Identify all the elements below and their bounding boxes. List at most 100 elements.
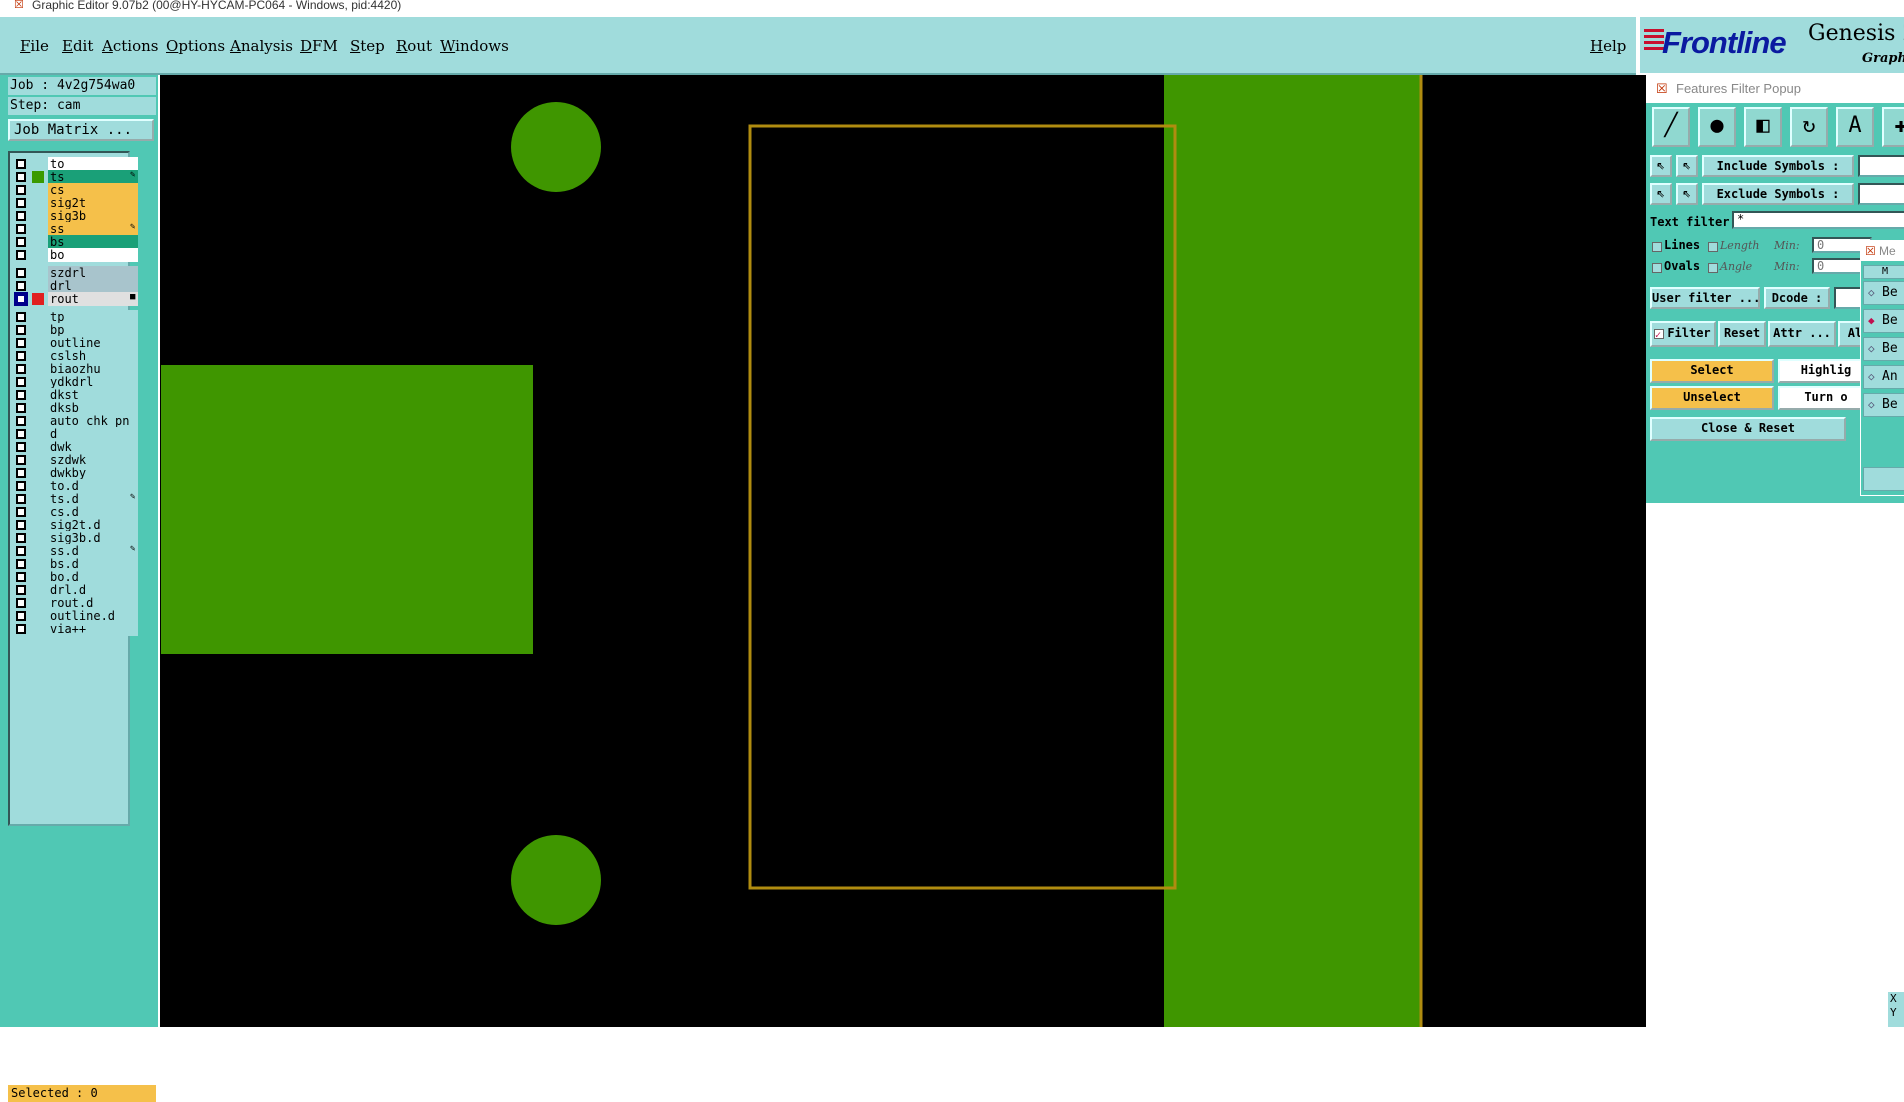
layer-name[interactable]: dwkby: [48, 466, 138, 480]
layer-color-swatch[interactable]: [32, 454, 44, 466]
layer-color-swatch[interactable]: [32, 402, 44, 414]
layer-color-swatch[interactable]: [32, 545, 44, 557]
layer-checkbox[interactable]: [16, 546, 26, 556]
layer-checkbox[interactable]: [16, 611, 26, 621]
exclude-arrow-icon[interactable]: ⇖: [1650, 183, 1672, 205]
layer-checkbox[interactable]: [16, 442, 26, 452]
layer-name[interactable]: outline: [48, 336, 138, 350]
layer-checkbox[interactable]: [16, 211, 26, 221]
menu-edit[interactable]: Edit: [62, 37, 93, 55]
surface-tool-icon[interactable]: ◧: [1744, 107, 1782, 147]
layer-color-swatch[interactable]: [32, 236, 44, 248]
menu-help[interactable]: Help: [1590, 37, 1626, 55]
layer-color-swatch[interactable]: [32, 171, 44, 183]
layer-name[interactable]: sig2t: [48, 196, 138, 210]
menu-actions[interactable]: Actions: [102, 37, 158, 55]
menu-file[interactable]: File: [20, 37, 49, 55]
exclude-symbols-button[interactable]: Exclude Symbols :: [1702, 183, 1854, 205]
layer-checkbox[interactable]: [14, 292, 28, 306]
layer-row-cs-d[interactable]: cs.d: [12, 505, 138, 519]
layer-checkbox[interactable]: [16, 468, 26, 478]
layer-color-swatch[interactable]: [32, 223, 44, 235]
layer-row-dwkby[interactable]: dwkby: [12, 466, 138, 480]
layer-name[interactable]: sig3b.d: [48, 531, 138, 545]
menu-dfm[interactable]: DFM: [300, 37, 338, 55]
layer-color-swatch[interactable]: [32, 623, 44, 635]
layer-row-rout-d[interactable]: rout.d: [12, 596, 138, 610]
side-menu-item[interactable]: ◇ Be: [1863, 337, 1904, 361]
layer-checkbox[interactable]: [16, 390, 26, 400]
layer-row-outline-d[interactable]: outline.d: [12, 609, 138, 623]
layer-checkbox[interactable]: [16, 520, 26, 530]
layer-row-outline[interactable]: outline: [12, 336, 138, 350]
ovals-checkbox[interactable]: [1652, 263, 1662, 273]
layer-row-szdwk[interactable]: szdwk: [12, 453, 138, 467]
layer-row-ss[interactable]: ss ✎: [12, 222, 138, 236]
attr-button[interactable]: Attr ...: [1768, 321, 1836, 347]
layer-row-sig3b[interactable]: sig3b: [12, 209, 138, 223]
layer-row-ydkdrl[interactable]: ydkdrl: [12, 375, 138, 389]
layer-color-swatch[interactable]: [32, 480, 44, 492]
layer-color-swatch[interactable]: [32, 610, 44, 622]
layer-row-sig2t-d[interactable]: sig2t.d: [12, 518, 138, 532]
layer-row-cs[interactable]: cs: [12, 183, 138, 197]
layer-name[interactable]: rout: [48, 292, 138, 306]
layer-name[interactable]: cslsh: [48, 349, 138, 363]
layer-name[interactable]: tp: [48, 310, 138, 324]
layer-name[interactable]: bo: [48, 248, 138, 262]
layer-color-swatch[interactable]: [32, 280, 44, 292]
layer-checkbox[interactable]: [16, 198, 26, 208]
layer-color-swatch[interactable]: [32, 267, 44, 279]
layer-name[interactable]: ts: [48, 170, 138, 184]
line-tool-icon[interactable]: ╱: [1652, 107, 1690, 147]
layer-name[interactable]: sig3b: [48, 209, 138, 223]
layer-row-sig3b-d[interactable]: sig3b.d: [12, 531, 138, 545]
side-menu-item[interactable]: ◇ Be: [1863, 281, 1904, 305]
side-menu-item[interactable]: ◇ An: [1863, 365, 1904, 389]
layer-checkbox[interactable]: [16, 585, 26, 595]
include-symbols-input[interactable]: [1858, 155, 1904, 177]
layer-name[interactable]: drl.d: [48, 583, 138, 597]
layer-row-ts-d[interactable]: ts.d ✎: [12, 492, 138, 506]
angle-checkbox[interactable]: [1708, 263, 1718, 273]
layer-name[interactable]: auto_chk_pn: [48, 414, 138, 428]
side-menu-item[interactable]: ◆ Be: [1863, 309, 1904, 333]
layer-color-swatch[interactable]: [32, 184, 44, 196]
layer-name[interactable]: bp: [48, 323, 138, 337]
layer-row-cslsh[interactable]: cslsh: [12, 349, 138, 363]
layer-name[interactable]: ydkdrl: [48, 375, 138, 389]
arc-tool-icon[interactable]: ↻: [1790, 107, 1828, 147]
layer-color-swatch[interactable]: [32, 519, 44, 531]
layer-name[interactable]: dwk: [48, 440, 138, 454]
include-symbols-button[interactable]: Include Symbols :: [1702, 155, 1854, 177]
layer-row-d[interactable]: d: [12, 427, 138, 441]
layer-row-dkst[interactable]: dkst: [12, 388, 138, 402]
filter-toggle[interactable]: Filter: [1650, 321, 1716, 347]
layer-checkbox[interactable]: [16, 312, 26, 322]
layer-color-swatch[interactable]: [32, 532, 44, 544]
layer-color-swatch[interactable]: [32, 337, 44, 349]
layer-checkbox[interactable]: [16, 159, 26, 169]
layer-row-ts[interactable]: ts ✎: [12, 170, 138, 184]
layer-row-bo[interactable]: bo: [12, 248, 138, 262]
filter-checkbox[interactable]: [1654, 326, 1664, 345]
text-filter-input[interactable]: *: [1732, 211, 1904, 229]
layer-color-swatch[interactable]: [32, 389, 44, 401]
layer-checkbox[interactable]: [16, 403, 26, 413]
layer-color-swatch[interactable]: [32, 558, 44, 570]
pad-rect-right[interactable]: [1164, 75, 1422, 1027]
length-checkbox[interactable]: [1708, 242, 1718, 252]
layer-name[interactable]: via++: [48, 622, 138, 636]
unselect-button[interactable]: Unselect: [1650, 386, 1774, 410]
layer-color-swatch[interactable]: [32, 158, 44, 170]
rout-outline-rect[interactable]: [748, 124, 1177, 890]
layer-color-swatch[interactable]: [32, 441, 44, 453]
layer-name[interactable]: bs: [48, 235, 138, 249]
layer-checkbox[interactable]: [16, 455, 26, 465]
dcode-button[interactable]: Dcode :: [1764, 287, 1830, 309]
layer-row-bs-d[interactable]: bs.d: [12, 557, 138, 571]
layer-checkbox[interactable]: [16, 494, 26, 504]
layer-checkbox[interactable]: [16, 237, 26, 247]
layer-checkbox[interactable]: [16, 559, 26, 569]
layer-name[interactable]: sig2t.d: [48, 518, 138, 532]
